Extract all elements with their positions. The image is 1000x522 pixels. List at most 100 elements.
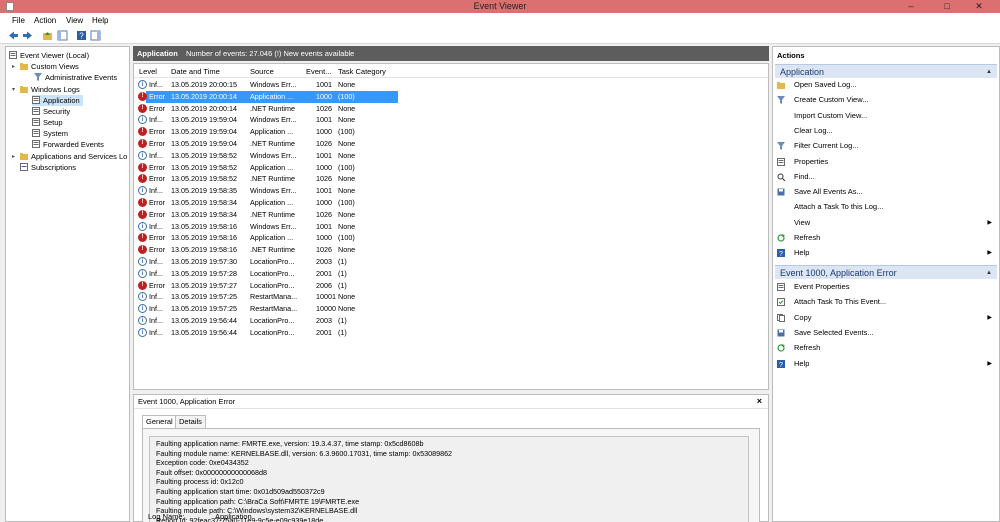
action-create-custom-view[interactable]: Create Custom View...	[777, 94, 997, 106]
log-name-label: Log Name:	[148, 512, 185, 521]
event-row[interactable]: i Inf... 13.05.2019 19:57:28 LocationPro...…	[136, 268, 762, 280]
cell-level: Error	[149, 233, 165, 243]
action-save-selected-events[interactable]: Save Selected Events...	[777, 327, 997, 339]
event-row[interactable]: ! Error 13.05.2019 19:58:34 Application ...…	[136, 197, 762, 209]
column-level[interactable]: Level	[139, 67, 157, 76]
menu-file[interactable]: File	[12, 16, 25, 25]
tree-forwarded-events[interactable]: Forwarded Events	[32, 139, 104, 150]
filter-icon	[34, 73, 42, 81]
log-icon	[32, 107, 40, 115]
menu-view[interactable]: View	[66, 16, 83, 25]
event-row[interactable]: ! Error 13.05.2019 19:58:52 Application ...…	[136, 162, 762, 174]
expand-arrow-icon[interactable]: ▸	[12, 153, 15, 160]
action-refresh[interactable]: Refresh	[777, 232, 997, 244]
event-row[interactable]: ! Error 13.05.2019 19:57:27 LocationPro... 2…	[136, 280, 762, 292]
help-toolbar-icon[interactable]: ?	[76, 30, 87, 41]
event-row[interactable]: ! Error 13.05.2019 19:58:16 .NET Runtime 102…	[136, 244, 762, 256]
menu-help[interactable]: Help	[92, 16, 108, 25]
action-find[interactable]: Find...	[777, 171, 997, 183]
collapse-arrow-icon[interactable]: ▾	[12, 86, 15, 93]
action-view[interactable]: View ▶	[777, 217, 997, 229]
tree-custom-views[interactable]: Custom Views	[20, 61, 79, 72]
event-row[interactable]: i Inf... 13.05.2019 19:57:25 RestartMana...…	[136, 291, 762, 303]
action-open-saved-log[interactable]: Open Saved Log...	[777, 79, 997, 91]
action-filter-current-log[interactable]: Filter Current Log...	[777, 140, 997, 152]
event-row[interactable]: i Inf... 13.05.2019 20:00:15 Windows Err...…	[136, 79, 762, 91]
tree-windows-logs[interactable]: Windows Logs	[20, 84, 80, 95]
cell-category: (1)	[338, 280, 347, 290]
message-line: Faulting application start time: 0x01d50…	[156, 486, 325, 496]
actions-section-application[interactable]: Application ▲	[775, 64, 997, 78]
window-title: Event Viewer	[473, 1, 527, 11]
tab-general[interactable]: General	[142, 415, 177, 428]
cell-date: 13.05.2019 19:57:27	[171, 280, 237, 290]
action-properties[interactable]: Properties	[777, 156, 997, 168]
collapse-arrow-icon[interactable]: ▲	[986, 65, 992, 79]
cell-level: Error	[149, 174, 165, 184]
action-import-custom-view[interactable]: Import Custom View...	[777, 110, 997, 122]
info-icon: i	[138, 80, 147, 89]
up-folder-icon[interactable]	[42, 30, 53, 41]
action-help[interactable]: ? Help ▶	[777, 358, 997, 370]
event-row[interactable]: ! Error 13.05.2019 19:58:16 Application ...…	[136, 232, 762, 244]
action-help[interactable]: ? Help ▶	[777, 247, 997, 259]
action-clear-log[interactable]: Clear Log...	[777, 125, 997, 137]
forward-arrow-icon[interactable]	[22, 30, 33, 41]
error-icon: !	[138, 280, 147, 290]
event-row[interactable]: i Inf... 13.05.2019 19:57:25 RestartMana...…	[136, 303, 762, 315]
tree-root[interactable]: Event Viewer (Local)	[9, 50, 89, 61]
event-row[interactable]: ! Error 13.05.2019 20:00:14 Application ...…	[136, 90, 762, 103]
event-row[interactable]: i Inf... 13.05.2019 19:58:52 Windows Err...…	[136, 150, 762, 162]
event-row[interactable]: i Inf... 13.05.2019 19:59:04 Windows Err...…	[136, 114, 762, 126]
action-copy[interactable]: Copy ▶	[777, 312, 997, 324]
event-row[interactable]: ! Error 13.05.2019 20:00:14 .NET Runtime 102…	[136, 103, 762, 115]
tree-system[interactable]: System	[32, 128, 68, 139]
event-row[interactable]: i Inf... 13.05.2019 19:56:44 LocationPro...…	[136, 315, 762, 327]
minimize-button[interactable]: –	[898, 0, 924, 13]
column-date[interactable]: Date and Time	[171, 67, 220, 76]
actions-section-event[interactable]: Event 1000, Application Error ▲	[775, 265, 997, 279]
action-refresh[interactable]: Refresh	[777, 342, 997, 354]
tree-security[interactable]: Security	[32, 106, 70, 117]
event-message[interactable]: Faulting application name: FMRTE.exe, ve…	[149, 436, 749, 522]
action-attach-task-to-this-event[interactable]: Attach Task To This Event...	[777, 296, 997, 308]
event-row[interactable]: i Inf... 13.05.2019 19:57:30 LocationPro...…	[136, 256, 762, 268]
detail-close-icon[interactable]: ×	[757, 396, 762, 406]
log-icon	[32, 140, 40, 148]
maximize-button[interactable]: □	[934, 0, 960, 13]
close-button[interactable]: ✕	[966, 0, 992, 13]
column-source[interactable]: Source	[250, 67, 274, 76]
show-hide-tree-icon[interactable]	[57, 30, 68, 41]
column-task-category[interactable]: Task Category	[338, 67, 386, 76]
cell-level: Inf...	[149, 257, 163, 266]
tree-subscriptions[interactable]: Subscriptions	[20, 162, 76, 173]
action-event-properties[interactable]: Event Properties	[777, 281, 997, 293]
tab-details[interactable]: Details	[175, 415, 206, 428]
tree-application[interactable]: Application	[32, 95, 83, 106]
event-row[interactable]: ! Error 13.05.2019 19:59:04 .NET Runtime 102…	[136, 138, 762, 150]
action-attach-a-task-to-this-log[interactable]: Attach a Task To this Log...	[777, 201, 997, 213]
event-row[interactable]: i Inf... 13.05.2019 19:58:16 Windows Err...…	[136, 221, 762, 233]
tree-apps-services[interactable]: Applications and Services Lo	[20, 151, 127, 162]
cell-source: LocationPro...	[250, 257, 295, 266]
event-list[interactable]: Level Date and Time Source Event... Task…	[133, 63, 769, 390]
tree-admin-events[interactable]: Administrative Events	[34, 72, 117, 83]
column-event-id[interactable]: Event...	[306, 67, 331, 76]
action-label: Help	[794, 248, 810, 258]
event-row[interactable]: i Inf... 13.05.2019 19:58:35 Windows Err...…	[136, 185, 762, 197]
event-row[interactable]: ! Error 13.05.2019 19:58:52 .NET Runtime 102…	[136, 173, 762, 185]
expand-arrow-icon[interactable]: ▸	[12, 63, 15, 70]
cell-date: 13.05.2019 19:57:25	[171, 292, 237, 302]
cell-category: (100)	[338, 91, 355, 101]
event-row[interactable]: i Inf... 13.05.2019 19:56:44 LocationPro...…	[136, 327, 762, 339]
error-icon: !	[138, 198, 147, 207]
menu-action[interactable]: Action	[34, 16, 56, 25]
collapse-arrow-icon[interactable]: ▲	[986, 266, 992, 280]
tree-setup[interactable]: Setup	[32, 117, 63, 128]
action-save-all-events-as[interactable]: Save All Events As...	[777, 186, 997, 198]
event-row[interactable]: ! Error 13.05.2019 19:59:04 Application ...…	[136, 126, 762, 138]
back-arrow-icon[interactable]	[8, 30, 19, 41]
cell-date: 13.05.2019 20:00:15	[171, 80, 237, 89]
event-row[interactable]: ! Error 13.05.2019 19:58:34 .NET Runtime 102…	[136, 209, 762, 221]
show-action-pane-icon[interactable]	[90, 30, 101, 41]
